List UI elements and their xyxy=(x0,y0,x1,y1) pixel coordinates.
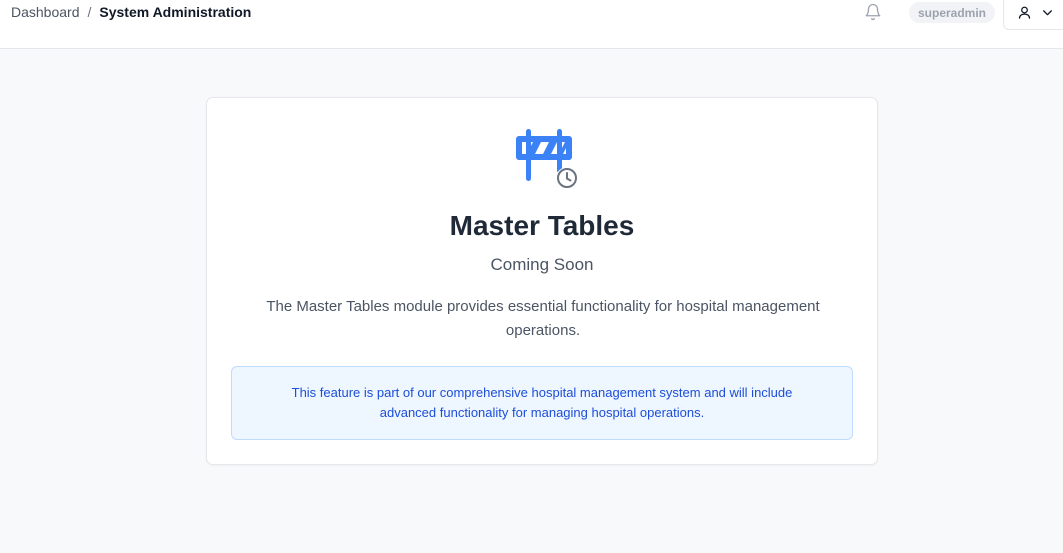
breadcrumb: Dashboard / System Administration xyxy=(11,4,251,21)
info-notice: This feature is part of our comprehensiv… xyxy=(231,366,853,440)
page-title: Master Tables xyxy=(449,210,635,241)
chevron-down-icon xyxy=(1041,6,1054,24)
info-notice-text: This feature is part of our comprehensiv… xyxy=(291,385,793,420)
module-description: The Master Tables module provides essent… xyxy=(266,298,820,339)
breadcrumb-separator: / xyxy=(87,4,92,20)
page-subtitle: Coming Soon xyxy=(490,255,594,274)
bell-icon[interactable] xyxy=(864,3,882,21)
user-menu-button[interactable] xyxy=(1003,0,1063,30)
breadcrumb-current: System Administration xyxy=(99,4,252,20)
user-icon xyxy=(1017,5,1032,25)
username-badge: superadmin xyxy=(909,2,995,23)
coming-soon-card: Master Tables Coming Soon The Master Tab… xyxy=(206,97,878,465)
breadcrumb-dashboard-link[interactable]: Dashboard xyxy=(11,4,80,21)
under-construction-barrier-icon xyxy=(513,126,579,190)
top-bar: Dashboard / System Administration supera… xyxy=(0,0,1063,49)
